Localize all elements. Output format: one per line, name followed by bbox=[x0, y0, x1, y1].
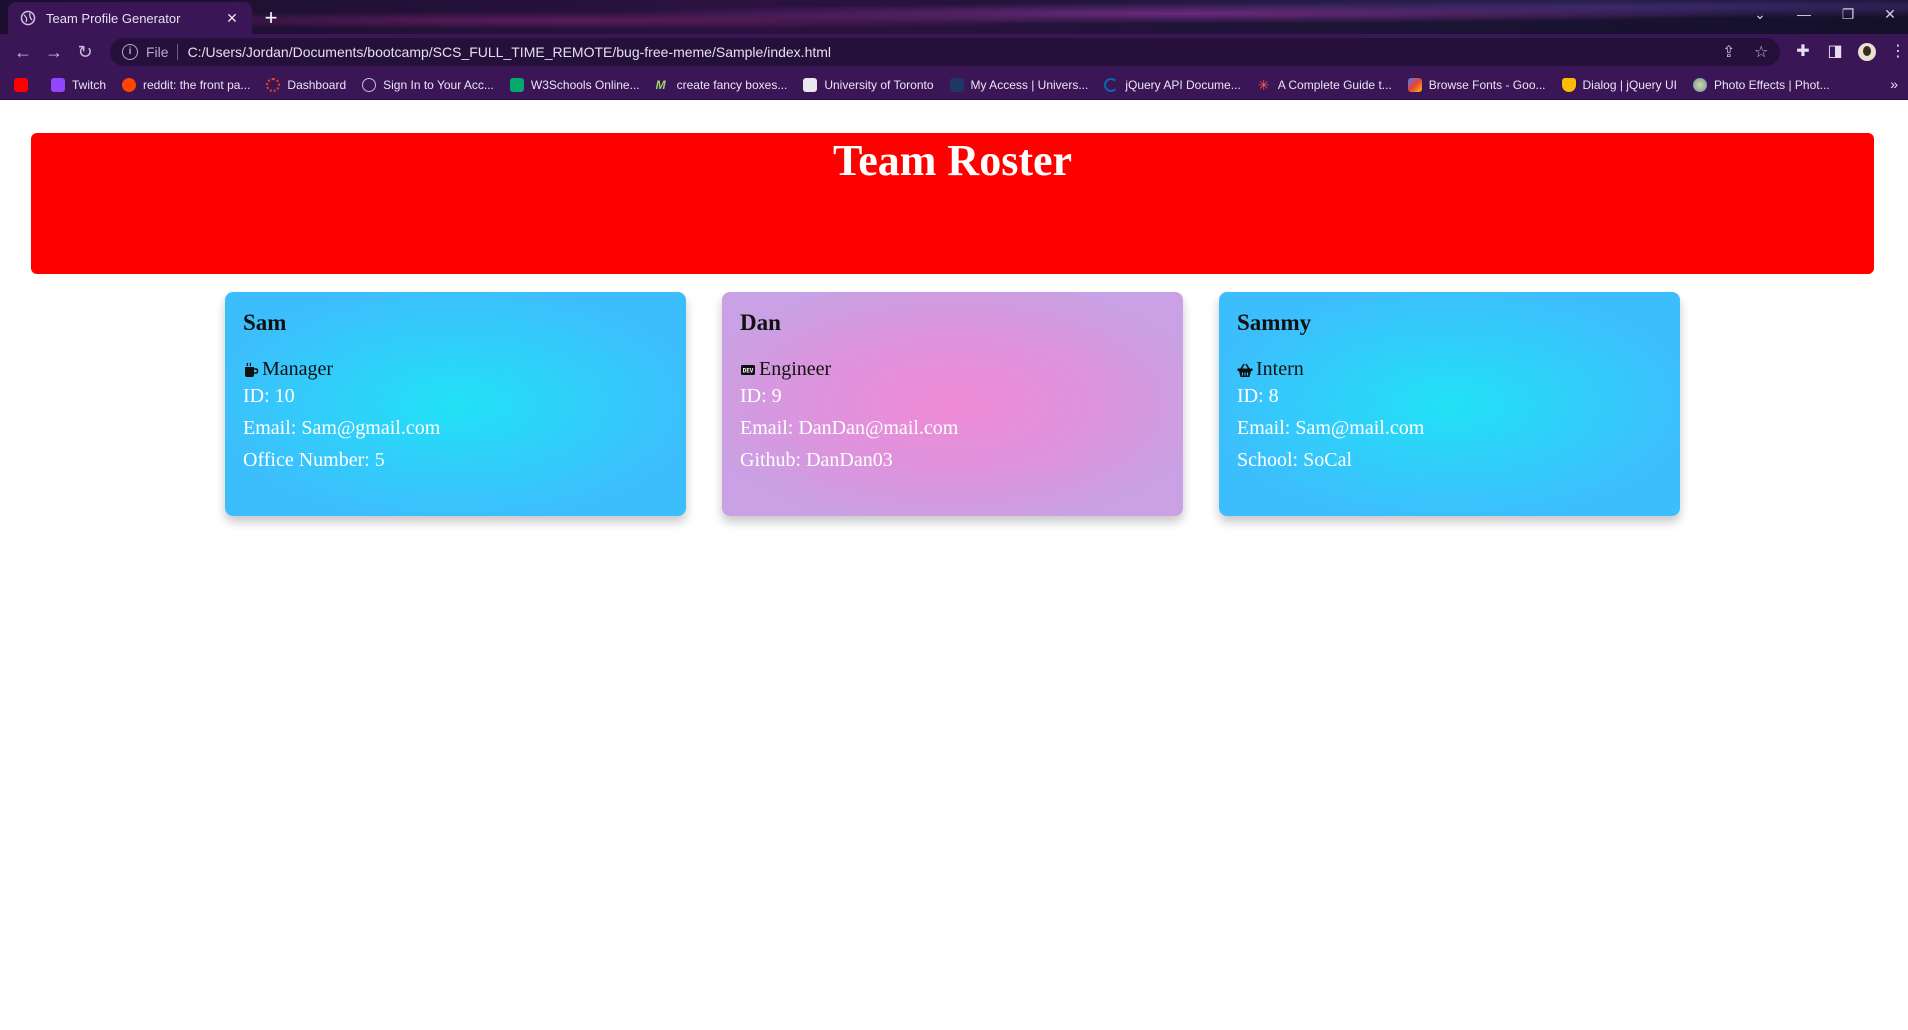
reddit-icon bbox=[122, 77, 137, 92]
more-bookmarks-icon[interactable]: » bbox=[1890, 76, 1898, 92]
m-icon: M bbox=[655, 77, 666, 92]
reload-icon[interactable]: ↻ bbox=[72, 40, 98, 66]
bookmarks-bar: Twitch reddit: the front pa... Dashboard… bbox=[0, 70, 1908, 100]
employee-id: ID: 8 bbox=[1237, 385, 1279, 407]
globe-icon bbox=[20, 10, 36, 26]
browser-tab[interactable]: Team Profile Generator ✕ bbox=[8, 2, 252, 34]
basket-icon bbox=[1237, 363, 1253, 377]
employee-card-manager: Sam Manager ID: 10 Email: Sam@gmail.com … bbox=[225, 292, 686, 516]
bookmark-label: jQuery API Docume... bbox=[1125, 77, 1241, 92]
employee-card-engineer: Dan DEV Engineer ID: 9 Email: DanDan@mai… bbox=[722, 292, 1183, 516]
bookmark-label: University of Toronto bbox=[824, 77, 934, 92]
bookmark-jquery-api[interactable]: jQuery API Docume... bbox=[1104, 77, 1241, 92]
employee-email: Email: Sam@gmail.com bbox=[243, 417, 441, 439]
back-arrow-icon[interactable]: ← bbox=[10, 40, 36, 66]
twitch-icon bbox=[51, 77, 65, 92]
employee-card-intern: Sammy Intern ID: 8 Email: Sam@mail.com S… bbox=[1219, 292, 1680, 516]
employee-name: Dan bbox=[740, 310, 781, 335]
employee-id: ID: 10 bbox=[243, 385, 295, 407]
myaccess-icon bbox=[949, 77, 964, 92]
bookmark-my-access[interactable]: My Access | Univers... bbox=[949, 77, 1089, 92]
photo-effects-icon bbox=[1692, 77, 1707, 92]
extensions-icon[interactable]: ✚ bbox=[1792, 41, 1814, 63]
bookmark-star-icon[interactable]: ☆ bbox=[1754, 42, 1768, 62]
tab-title: Team Profile Generator bbox=[46, 10, 181, 26]
page-header: Team Roster bbox=[31, 133, 1874, 274]
bookmark-photo-effects[interactable]: Photo Effects | Phot... bbox=[1692, 77, 1830, 92]
w3schools-icon bbox=[509, 77, 524, 92]
bookmark-jquery-ui-dialog[interactable]: Dialog | jQuery UI bbox=[1561, 77, 1677, 92]
bookmark-label: Twitch bbox=[72, 77, 107, 92]
employee-role: Intern bbox=[1237, 358, 1662, 381]
employee-role-label: Intern bbox=[1256, 358, 1304, 380]
page-title: Team Roster bbox=[832, 136, 1073, 185]
dev-icon: DEV bbox=[741, 364, 755, 375]
google-fonts-icon bbox=[1407, 77, 1422, 92]
bookmark-label: My Access | Univers... bbox=[970, 77, 1089, 92]
bookmark-complete-guide[interactable]: ✳ A Complete Guide t... bbox=[1257, 78, 1392, 92]
uoft-icon bbox=[803, 77, 818, 92]
dashboard-icon bbox=[266, 77, 281, 92]
share-icon[interactable]: ⇪ bbox=[1722, 42, 1735, 62]
window-close-button[interactable]: ✕ bbox=[1872, 0, 1908, 30]
bookmark-uoft[interactable]: University of Toronto bbox=[803, 77, 934, 92]
url-text[interactable]: C:/Users/Jordan/Documents/bootcamp/SCS_F… bbox=[188, 44, 1768, 60]
bookmark-label: A Complete Guide t... bbox=[1277, 77, 1392, 92]
bookmark-youtube[interactable] bbox=[14, 77, 35, 92]
bookmark-label: Dashboard bbox=[287, 77, 347, 92]
bookmark-label: reddit: the front pa... bbox=[143, 77, 251, 92]
employee-email: Email: DanDan@mail.com bbox=[740, 417, 959, 439]
bookmark-reddit[interactable]: reddit: the front pa... bbox=[122, 77, 251, 92]
bookmark-sign-in[interactable]: Sign In to Your Acc... bbox=[362, 77, 494, 92]
forward-arrow-icon[interactable]: → bbox=[41, 40, 67, 66]
address-bar[interactable]: i File C:/Users/Jordan/Documents/bootcam… bbox=[110, 38, 1780, 66]
employee-name: Sam bbox=[243, 310, 287, 335]
employee-github: Github: DanDan03 bbox=[740, 449, 893, 471]
bookmark-twitch[interactable]: Twitch bbox=[51, 77, 107, 92]
close-tab-icon[interactable]: ✕ bbox=[224, 10, 240, 26]
jqueryui-icon bbox=[1561, 77, 1576, 92]
employee-name: Sammy bbox=[1237, 310, 1312, 335]
employee-role: Manager bbox=[243, 358, 668, 381]
bookmark-label: W3Schools Online... bbox=[530, 77, 640, 92]
page-content: Team Roster Sam Manager ID: 10 Email: Sa… bbox=[0, 101, 1908, 1030]
info-icon[interactable]: i bbox=[122, 44, 138, 60]
employee-school: School: SoCal bbox=[1237, 449, 1353, 471]
side-panel-icon[interactable]: ◨ bbox=[1824, 41, 1846, 63]
youtube-icon bbox=[14, 77, 28, 92]
new-tab-button[interactable]: + bbox=[258, 5, 284, 31]
bookmark-label: Photo Effects | Phot... bbox=[1713, 77, 1830, 92]
bookmark-google-fonts[interactable]: Browse Fonts - Goo... bbox=[1407, 77, 1546, 92]
tab-search-icon[interactable]: ⌄ bbox=[1742, 0, 1778, 30]
svg-text:DEV: DEV bbox=[743, 367, 754, 374]
bookmark-dashboard[interactable]: Dashboard bbox=[266, 77, 347, 92]
omnibox-divider bbox=[176, 44, 178, 60]
browser-titlebar: Team Profile Generator ✕ + ⌄ — ❐ ✕ bbox=[0, 0, 1908, 34]
bookmark-fancy-boxes[interactable]: M create fancy boxes... bbox=[656, 78, 788, 92]
bookmark-w3schools[interactable]: W3Schools Online... bbox=[509, 77, 640, 92]
bookmark-label: create fancy boxes... bbox=[676, 77, 788, 92]
url-scheme: File bbox=[146, 44, 169, 60]
employee-role: DEV Engineer bbox=[740, 358, 1165, 381]
employee-id: ID: 9 bbox=[740, 385, 782, 407]
browser-toolbar: ← → ↻ i File C:/Users/Jordan/Documents/b… bbox=[0, 34, 1908, 70]
jquery-icon bbox=[1104, 77, 1119, 92]
bookmark-label: Dialog | jQuery UI bbox=[1582, 77, 1677, 92]
globe-icon bbox=[362, 77, 377, 92]
employee-office-number: Office Number: 5 bbox=[243, 449, 385, 471]
star-burst-icon: ✳ bbox=[1257, 76, 1270, 93]
bookmark-label: Browse Fonts - Goo... bbox=[1428, 77, 1546, 92]
minimize-button[interactable]: — bbox=[1786, 0, 1822, 30]
bookmark-label: Sign In to Your Acc... bbox=[383, 77, 494, 92]
restore-button[interactable]: ❐ bbox=[1830, 0, 1866, 30]
profile-avatar[interactable] bbox=[1856, 41, 1878, 63]
employee-role-label: Engineer bbox=[759, 358, 832, 380]
employee-role-label: Manager bbox=[262, 358, 334, 380]
menu-kebab-icon[interactable]: ⋮ bbox=[1890, 41, 1906, 63]
employee-email: Email: Sam@mail.com bbox=[1237, 417, 1425, 439]
mug-icon bbox=[245, 362, 259, 377]
